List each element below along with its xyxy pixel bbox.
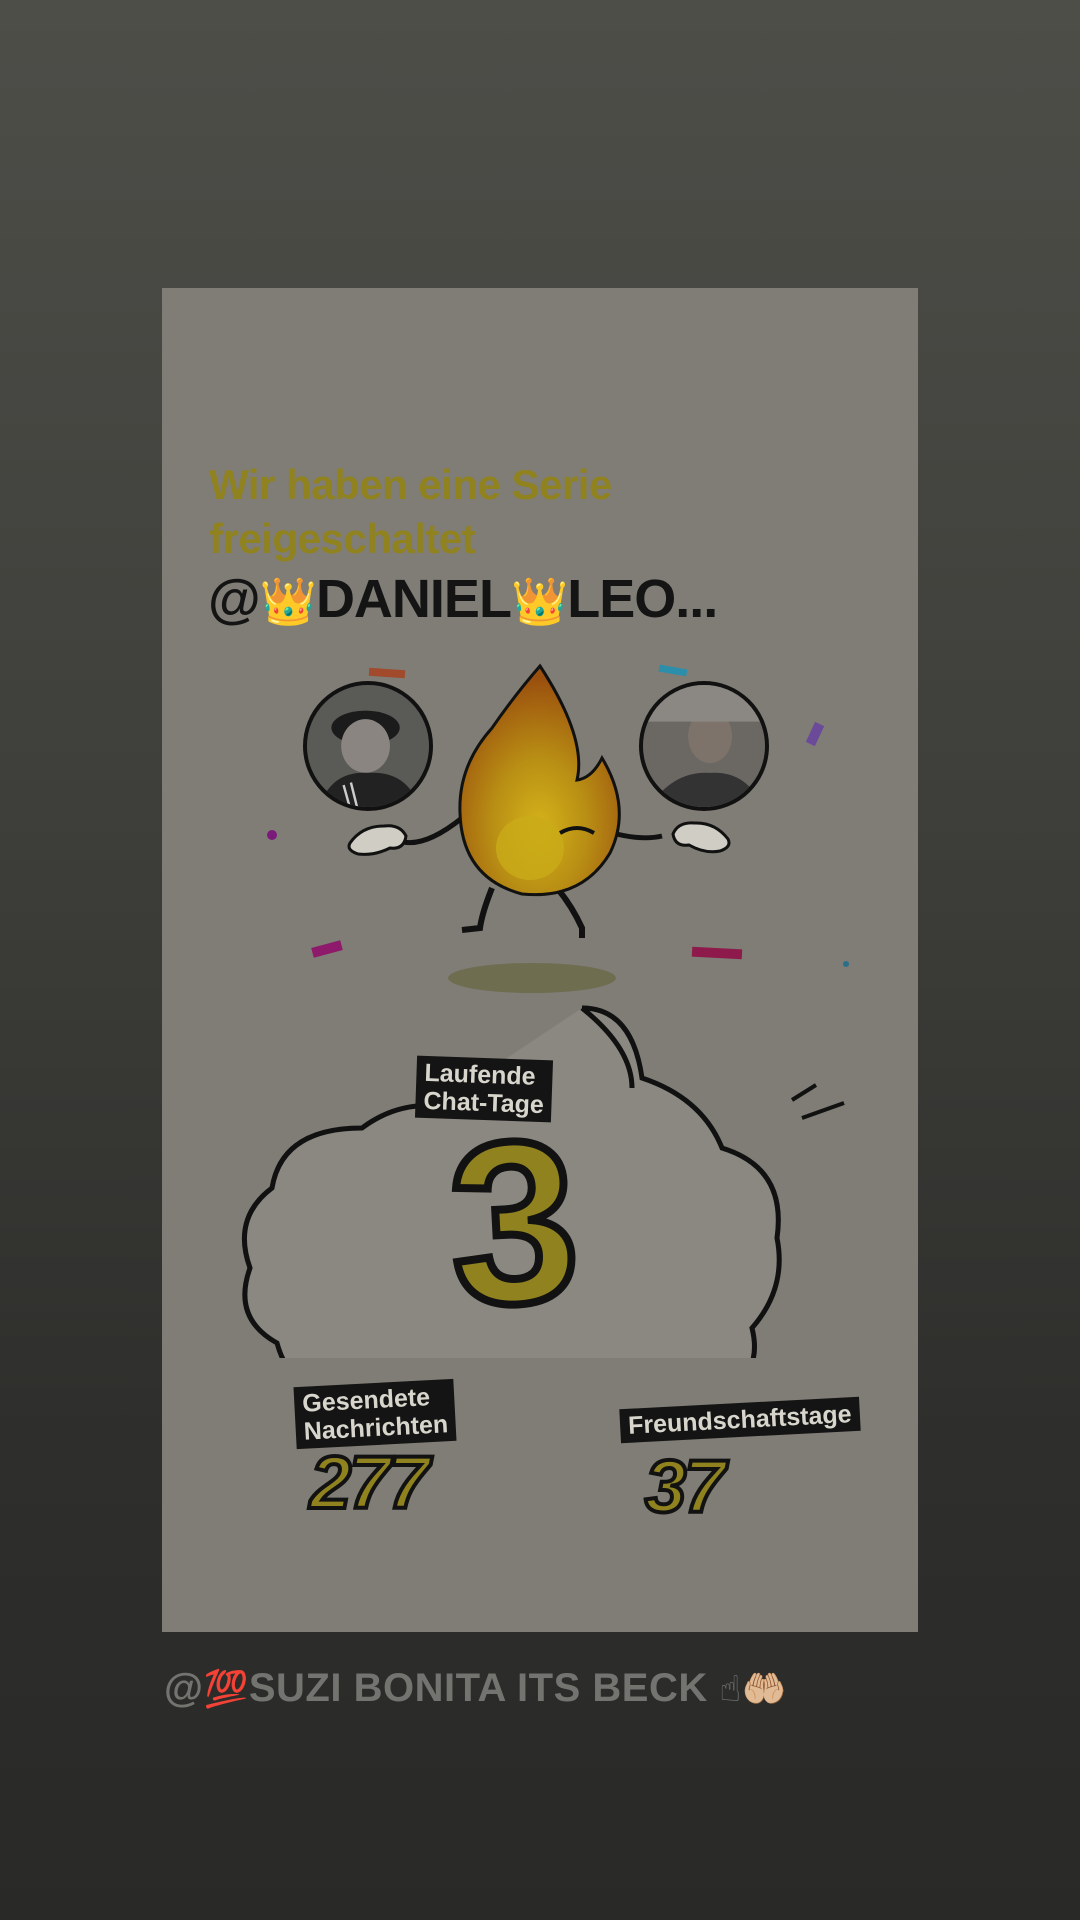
avatar-user-two[interactable] bbox=[639, 681, 769, 811]
user-mention[interactable]: @👑DANIEL👑LEO... bbox=[208, 568, 718, 630]
streak-headline: Wir haben eine Serie freigeschaltet bbox=[209, 461, 612, 562]
user-photo-icon bbox=[307, 685, 429, 807]
mention-name-second: LEO... bbox=[567, 569, 718, 629]
caption-at-sign: @ bbox=[164, 1666, 204, 1710]
messages-value: 277 bbox=[308, 1441, 431, 1524]
at-sign: @ bbox=[208, 569, 261, 629]
friendship-days-label: Freundschaftstage bbox=[619, 1396, 861, 1444]
friendship-days-value: 37 bbox=[643, 1445, 727, 1528]
messages-label: Gesendete Nachrichten bbox=[293, 1378, 457, 1450]
avatar-user-one[interactable] bbox=[303, 681, 433, 811]
hundred-icon: 💯 bbox=[203, 1668, 249, 1709]
crown-icon: 👑 bbox=[259, 575, 317, 627]
mention-name-first: DANIEL bbox=[315, 569, 512, 629]
mascot-shadow bbox=[448, 963, 616, 993]
story-card: Wir haben eine Serie freigeschaltet @👑DA… bbox=[162, 288, 918, 1632]
story-caption-mention[interactable]: @💯SUZI BONITA ITS BECK ☝🤲🏼 bbox=[164, 1666, 924, 1711]
running-days-label-line1: Laufende bbox=[424, 1058, 537, 1091]
crown-icon: 👑 bbox=[510, 575, 568, 627]
pointing-up-and-palms-icon: ☝🤲🏼 bbox=[719, 1668, 788, 1709]
user-photo-icon bbox=[643, 685, 765, 807]
caption-text: SUZI BONITA ITS BECK bbox=[248, 1666, 708, 1710]
running-days-value: 3 bbox=[439, 1087, 588, 1358]
